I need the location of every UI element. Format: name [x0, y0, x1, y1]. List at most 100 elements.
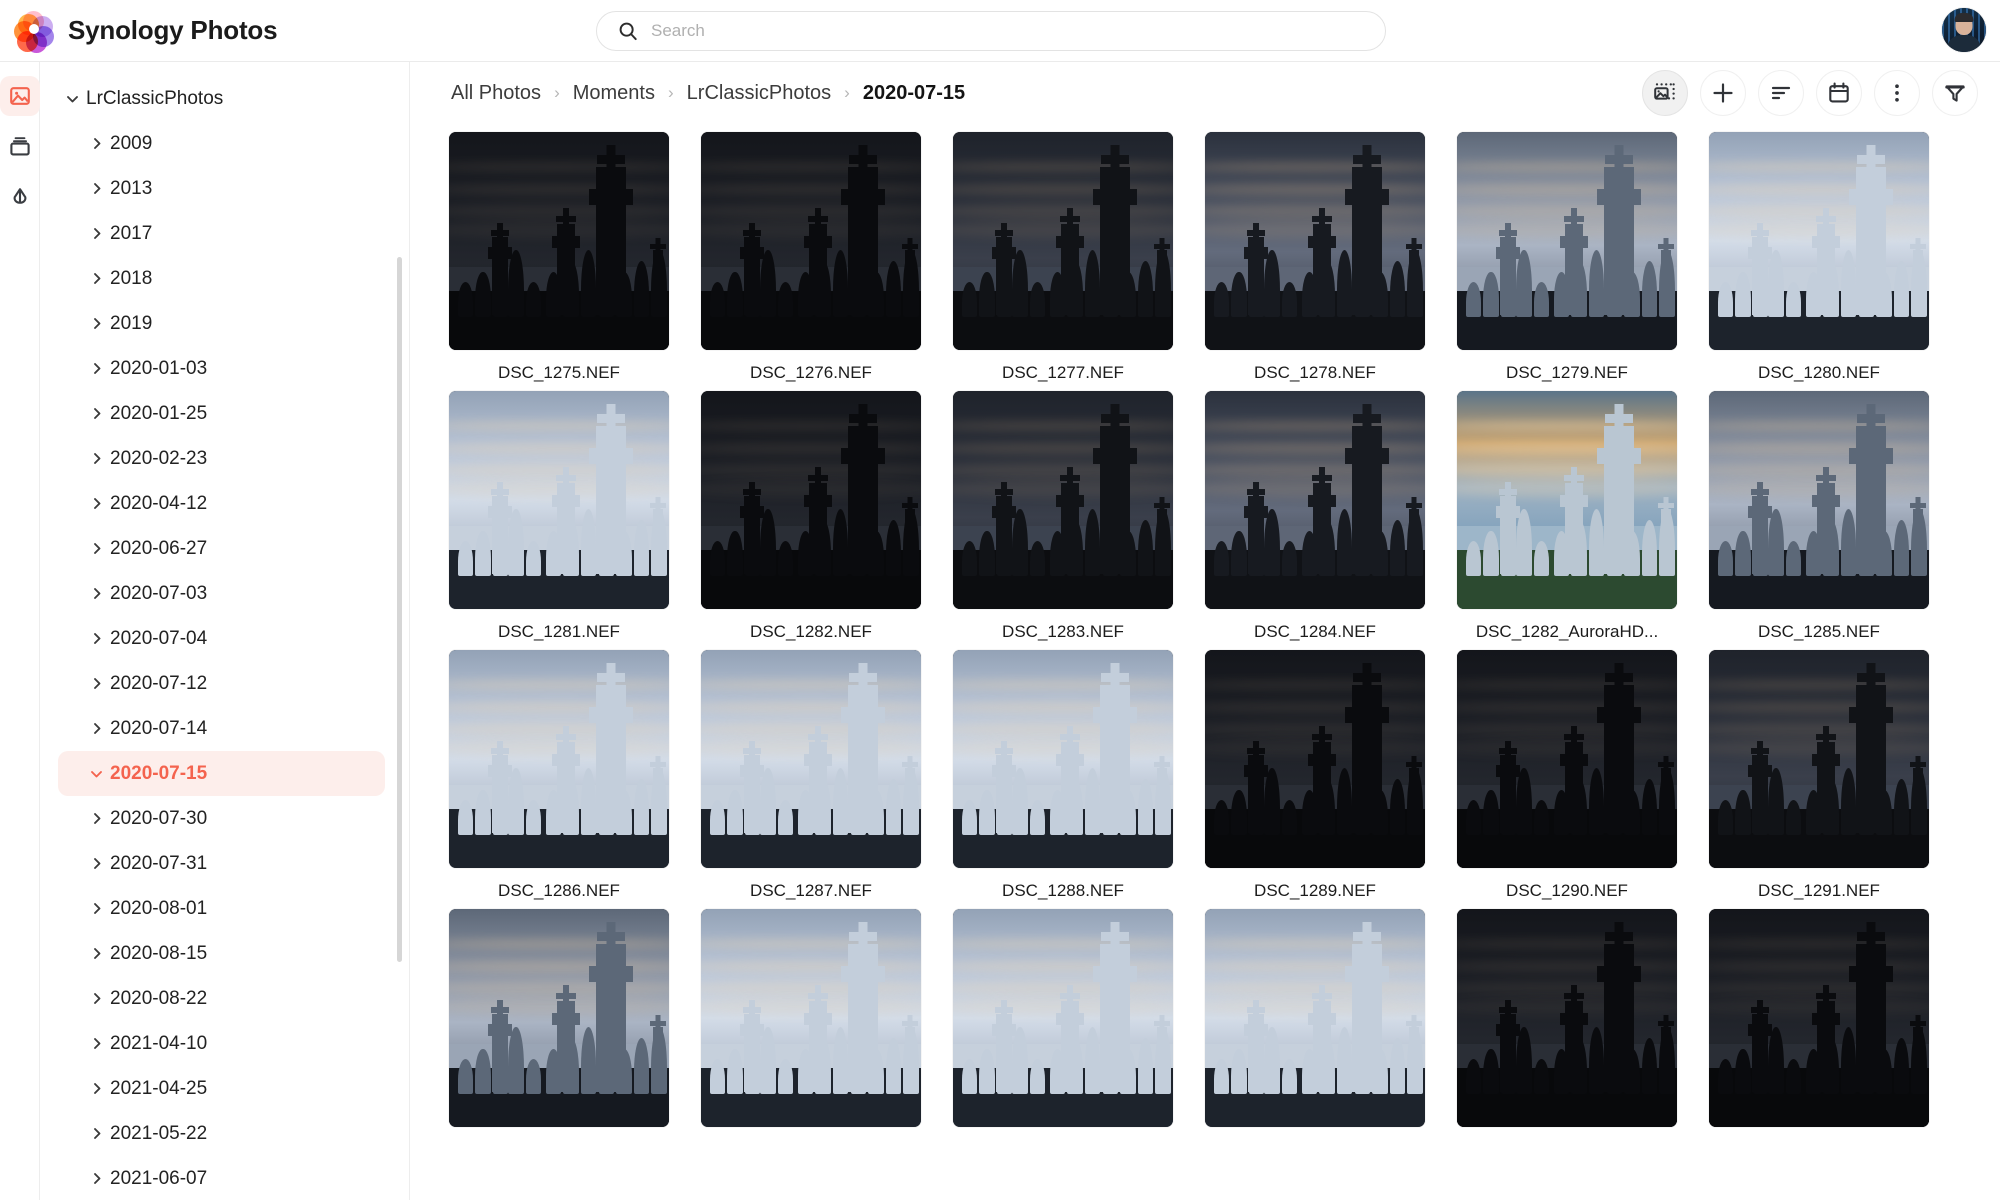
search-box[interactable] — [596, 11, 1386, 51]
app-brand: Synology Photos — [0, 11, 277, 51]
sidebar-item-2021-04-25[interactable]: 2021-04-25 — [58, 1066, 385, 1111]
sidebar-item-2020-08-22[interactable]: 2020-08-22 — [58, 976, 385, 1021]
photo-thumbnail[interactable] — [449, 132, 669, 350]
photo-filename: DSC_1290.NEF — [1506, 881, 1628, 901]
tree-node-root[interactable]: LrClassicPhotos — [58, 76, 385, 121]
sidebar-item-photos[interactable] — [0, 76, 40, 116]
photo-thumbnail[interactable] — [701, 132, 921, 350]
avatar[interactable] — [1942, 8, 1986, 52]
sidebar-item-2020-08-01[interactable]: 2020-08-01 — [58, 886, 385, 931]
node-chevron[interactable] — [82, 1124, 110, 1143]
sidebar-item-2021-06-07[interactable]: 2021-06-07 — [58, 1156, 385, 1200]
node-chevron[interactable] — [82, 494, 110, 513]
sidebar-item-2020-07-12[interactable]: 2020-07-12 — [58, 661, 385, 706]
sidebar-item-2020-07-15[interactable]: 2020-07-15 — [58, 751, 385, 796]
photo-thumbnail[interactable] — [1709, 132, 1929, 350]
breadcrumb-separator: › — [844, 83, 850, 103]
photo-thumbnail[interactable] — [701, 909, 921, 1127]
photo-thumbnail[interactable] — [953, 909, 1173, 1127]
photo-thumbnail[interactable] — [1457, 132, 1677, 350]
sidebar-item-2020-07-14[interactable]: 2020-07-14 — [58, 706, 385, 751]
photo-thumbnail[interactable] — [953, 650, 1173, 868]
sidebar-item-2017[interactable]: 2017 — [58, 211, 385, 256]
sidebar-item-2020-07-03[interactable]: 2020-07-03 — [58, 571, 385, 616]
sidebar-item-2020-07-30[interactable]: 2020-07-30 — [58, 796, 385, 841]
photo-thumbnail[interactable] — [449, 391, 669, 609]
node-chevron[interactable] — [82, 854, 110, 873]
photo-thumbnail[interactable] — [1709, 391, 1929, 609]
photo-thumbnail[interactable] — [701, 391, 921, 609]
tree-node-label: 2020-07-04 — [110, 629, 207, 648]
sort-button[interactable] — [1758, 70, 1804, 116]
folder-tree: LrClassicPhotos200920132017201820192020-… — [40, 76, 409, 1200]
sidebar-item-2020-01-25[interactable]: 2020-01-25 — [58, 391, 385, 436]
sidebar-item-sharing[interactable] — [0, 176, 40, 216]
more-options-button[interactable] — [1874, 70, 1920, 116]
photo-thumbnail[interactable] — [1709, 650, 1929, 868]
photo-thumbnail[interactable] — [1709, 909, 1929, 1127]
photo-thumbnail[interactable] — [1457, 650, 1677, 868]
calendar-button[interactable] — [1816, 70, 1862, 116]
sidebar-item-2019[interactable]: 2019 — [58, 301, 385, 346]
photo-scene — [1457, 909, 1677, 1127]
select-photos-button[interactable] — [1642, 70, 1688, 116]
node-chevron[interactable] — [82, 269, 110, 288]
sidebar-scrollbar[interactable] — [397, 257, 402, 962]
breadcrumb-item-All Photos[interactable]: All Photos — [451, 82, 541, 105]
photo-thumbnail[interactable] — [449, 650, 669, 868]
sidebar-item-2021-04-10[interactable]: 2021-04-10 — [58, 1021, 385, 1066]
sidebar-item-2020-04-12[interactable]: 2020-04-12 — [58, 481, 385, 526]
node-chevron[interactable] — [82, 719, 110, 738]
node-chevron[interactable] — [82, 674, 110, 693]
node-chevron[interactable] — [82, 1079, 110, 1098]
breadcrumb-item-LrClassicPhotos[interactable]: LrClassicPhotos — [687, 82, 832, 105]
photo-thumbnail[interactable] — [1457, 909, 1677, 1127]
node-chevron[interactable] — [82, 404, 110, 423]
node-chevron[interactable] — [82, 809, 110, 828]
chevron-right-icon — [87, 989, 106, 1008]
photo-thumbnail[interactable] — [1205, 391, 1425, 609]
photo-thumbnail[interactable] — [1205, 909, 1425, 1127]
node-chevron[interactable] — [82, 629, 110, 648]
tree-node-label: 2021-05-22 — [110, 1124, 207, 1143]
sidebar-item-2009[interactable]: 2009 — [58, 121, 385, 166]
sidebar-item-2020-08-15[interactable]: 2020-08-15 — [58, 931, 385, 976]
node-chevron[interactable] — [82, 764, 110, 783]
photo-thumbnail[interactable] — [1205, 132, 1425, 350]
node-chevron[interactable] — [82, 899, 110, 918]
sidebar-item-2021-05-22[interactable]: 2021-05-22 — [58, 1111, 385, 1156]
node-chevron[interactable] — [82, 539, 110, 558]
sidebar-item-2020-02-23[interactable]: 2020-02-23 — [58, 436, 385, 481]
node-chevron[interactable] — [82, 989, 110, 1008]
node-chevron[interactable] — [82, 944, 110, 963]
photo-thumbnail[interactable] — [449, 909, 669, 1127]
photo-thumbnail[interactable] — [1205, 650, 1425, 868]
photo-thumbnail[interactable] — [701, 650, 921, 868]
sidebar-item-2020-07-31[interactable]: 2020-07-31 — [58, 841, 385, 886]
node-chevron[interactable] — [82, 359, 110, 378]
node-chevron[interactable] — [82, 224, 110, 243]
search-input[interactable] — [651, 21, 1365, 41]
root-chevron[interactable] — [58, 89, 86, 108]
folder-tree-sidebar[interactable]: LrClassicPhotos200920132017201820192020-… — [40, 62, 410, 1200]
node-chevron[interactable] — [82, 1034, 110, 1053]
add-button[interactable] — [1700, 70, 1746, 116]
node-chevron[interactable] — [82, 179, 110, 198]
sidebar-item-albums[interactable] — [0, 126, 40, 166]
sidebar-item-2020-07-04[interactable]: 2020-07-04 — [58, 616, 385, 661]
node-chevron[interactable] — [82, 314, 110, 333]
photo-thumbnail[interactable] — [1457, 391, 1677, 609]
sidebar-item-2020-06-27[interactable]: 2020-06-27 — [58, 526, 385, 571]
sidebar-item-2013[interactable]: 2013 — [58, 166, 385, 211]
node-chevron[interactable] — [82, 584, 110, 603]
tree-node-label: 2020-07-15 — [110, 764, 207, 783]
sidebar-item-2018[interactable]: 2018 — [58, 256, 385, 301]
filter-button[interactable] — [1932, 70, 1978, 116]
breadcrumb-item-Moments[interactable]: Moments — [573, 82, 655, 105]
photo-thumbnail[interactable] — [953, 132, 1173, 350]
node-chevron[interactable] — [82, 134, 110, 153]
sidebar-item-2020-01-03[interactable]: 2020-01-03 — [58, 346, 385, 391]
photo-thumbnail[interactable] — [953, 391, 1173, 609]
node-chevron[interactable] — [82, 449, 110, 468]
node-chevron[interactable] — [82, 1169, 110, 1188]
